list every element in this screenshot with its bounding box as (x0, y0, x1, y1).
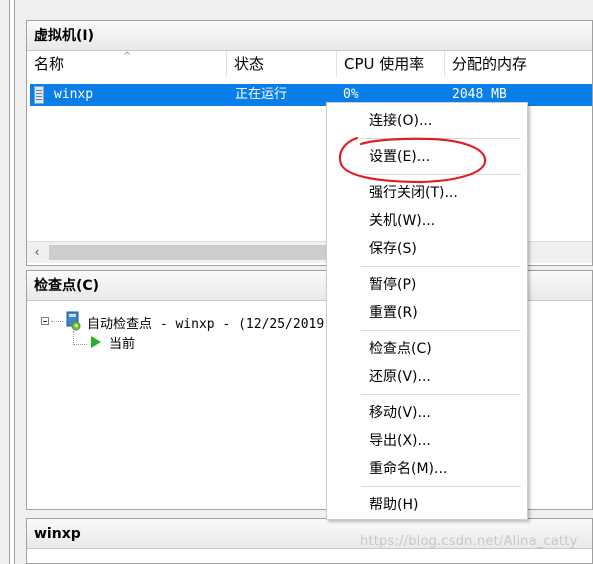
menu-item-reset[interactable]: 重置(R) (327, 299, 527, 327)
scroll-left-icon[interactable]: ‹ (27, 242, 47, 263)
menu-separator (361, 486, 521, 487)
menu-item-help[interactable]: 帮助(H) (327, 491, 527, 519)
menu-item-rename[interactable]: 重命名(M)... (327, 455, 527, 483)
vm-name: winxp (54, 87, 94, 102)
menu-item-checkpoint[interactable]: 检查点(C) (327, 335, 527, 363)
column-header-status[interactable]: 状态 (227, 51, 337, 77)
current-state-item[interactable]: 当前 (109, 333, 135, 352)
tree-connector (73, 331, 74, 345)
menu-item-shut-down[interactable]: 关机(W)... (327, 207, 527, 235)
menu-separator (361, 394, 521, 395)
menu-item-connect[interactable]: 连接(O)... (327, 107, 527, 135)
checkpoint-icon (66, 311, 81, 331)
collapse-icon[interactable] (41, 317, 49, 325)
sort-ascending-icon: ^ (123, 51, 132, 62)
menu-item-export[interactable]: 导出(X)... (327, 427, 527, 455)
menu-separator (361, 266, 521, 267)
vm-panel-title: 虚拟机(I) (27, 21, 592, 51)
menu-item-revert[interactable]: 还原(V)... (327, 363, 527, 391)
annotation-circle (338, 136, 487, 184)
menu-item-move[interactable]: 移动(V)... (327, 399, 527, 427)
menu-item-save[interactable]: 保存(S) (327, 235, 527, 263)
column-header-cpu[interactable]: CPU 使用率 (337, 51, 445, 77)
left-window-edge (0, 0, 10, 564)
scrollbar-thumb[interactable] (49, 245, 339, 260)
checkpoint-item[interactable]: 自动检查点 - winxp - (12/25/2019 (87, 313, 324, 332)
tree-connector (73, 344, 87, 345)
menu-separator (361, 330, 521, 331)
watermark: https://blog.csdn.net/Alina_catty (360, 534, 578, 549)
menu-item-pause[interactable]: 暂停(P) (327, 271, 527, 299)
virtual-machine-icon (34, 86, 44, 104)
tree-connector (51, 321, 63, 322)
vm-status: 正在运行 (235, 87, 288, 102)
column-header-memory[interactable]: 分配的内存 (445, 51, 593, 77)
play-icon (91, 336, 101, 348)
